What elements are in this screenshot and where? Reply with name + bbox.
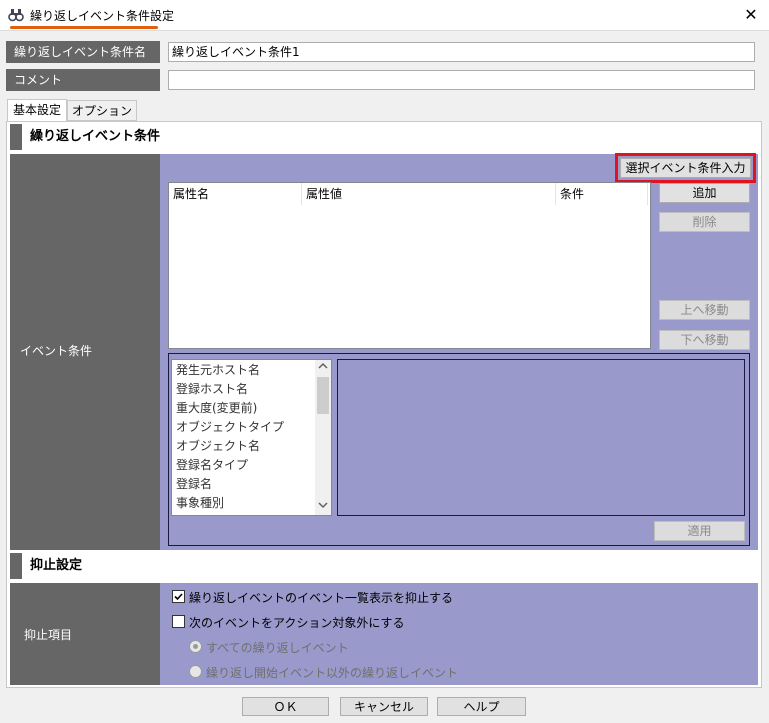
comment-label: コメント (6, 69, 160, 91)
comment-input[interactable] (168, 70, 755, 90)
cancel-button[interactable]: キャンセル (340, 697, 428, 716)
column-header-attribute-name[interactable]: 属性名 (169, 183, 302, 205)
tab-options[interactable]: オプション (67, 100, 137, 121)
event-conditions-label: イベント条件 (20, 344, 93, 358)
attribute-list-scrollbar[interactable] (315, 360, 331, 515)
delete-button[interactable]: 削除 (659, 212, 750, 232)
move-up-button[interactable]: 上へ移動 (659, 300, 750, 320)
attribute-value-panel (337, 359, 745, 516)
help-button[interactable]: ヘルプ (437, 697, 526, 716)
event-section-header: 繰り返しイベント条件 (10, 124, 758, 150)
section-marker (10, 124, 22, 150)
all-repeated-events-radio[interactable] (189, 640, 202, 653)
list-item[interactable]: 登録ホスト名 (176, 380, 248, 399)
suppress-items-label: 抑止項目 (24, 628, 73, 642)
name-label: 繰り返しイベント条件名 (6, 41, 160, 63)
conditions-table: 属性名 属性値 条件 (168, 182, 651, 349)
event-section-title: 繰り返しイベント条件 (30, 129, 161, 144)
binoculars-icon (8, 7, 24, 23)
section-marker (10, 553, 22, 579)
scroll-down-arrow-icon[interactable] (315, 501, 331, 513)
exclude-action-checkbox[interactable] (172, 615, 185, 628)
event-conditions-label-cell: イベント条件 (10, 154, 160, 550)
move-down-button[interactable]: 下へ移動 (659, 330, 750, 350)
list-item[interactable]: オブジェクトタイプ (176, 418, 284, 437)
checkmark-icon (173, 591, 184, 604)
non-start-repeated-events-label: 繰り返し開始イベント以外の繰り返しイベント (206, 666, 459, 680)
suppress-list-display-label: 繰り返しイベントのイベント一覧表示を抑止する (189, 591, 454, 605)
non-start-repeated-events-radio[interactable] (189, 665, 202, 678)
suppress-section-title: 抑止設定 (30, 558, 83, 573)
apply-button[interactable]: 適用 (654, 521, 745, 541)
list-item[interactable]: 重大度(変更前) (176, 399, 257, 418)
all-repeated-events-label: すべての繰り返しイベント (206, 641, 349, 655)
column-header-condition[interactable]: 条件 (556, 183, 648, 205)
list-item[interactable]: 登録名 (176, 475, 212, 494)
attribute-list[interactable]: 発生元ホスト名 登録ホスト名 重大度(変更前) オブジェクトタイプ オブジェクト… (171, 359, 332, 516)
title-highlight-underline (10, 26, 158, 29)
select-event-condition-button[interactable]: 選択イベント条件入力 (620, 158, 751, 178)
column-header-attribute-value[interactable]: 属性値 (302, 183, 556, 205)
close-button[interactable]: ✕ (736, 2, 766, 28)
add-button[interactable]: 追加 (659, 183, 750, 203)
list-item[interactable]: オブジェクト名 (176, 437, 260, 456)
title-bar: 繰り返しイベント条件設定 ✕ (0, 0, 769, 31)
name-input[interactable]: 繰り返しイベント条件1 (168, 42, 755, 62)
window-title: 繰り返しイベント条件設定 (30, 9, 175, 23)
list-item[interactable]: 登録名タイプ (176, 456, 248, 475)
suppress-label-cell: 抑止項目 (10, 583, 160, 685)
list-item[interactable]: 事象種別 (176, 494, 224, 513)
scroll-thumb[interactable] (317, 377, 329, 414)
radio-dot (193, 644, 198, 649)
ok-button[interactable]: ＯＫ (242, 697, 329, 716)
list-item[interactable]: 発生元ホスト名 (176, 361, 260, 380)
scroll-up-arrow-icon[interactable] (315, 362, 331, 374)
suppress-list-display-checkbox[interactable] (172, 590, 185, 603)
exclude-action-label: 次のイベントをアクション対象外にする (189, 616, 405, 630)
suppress-section-header: 抑止設定 (10, 553, 758, 579)
tab-basic-settings[interactable]: 基本設定 (7, 99, 67, 121)
